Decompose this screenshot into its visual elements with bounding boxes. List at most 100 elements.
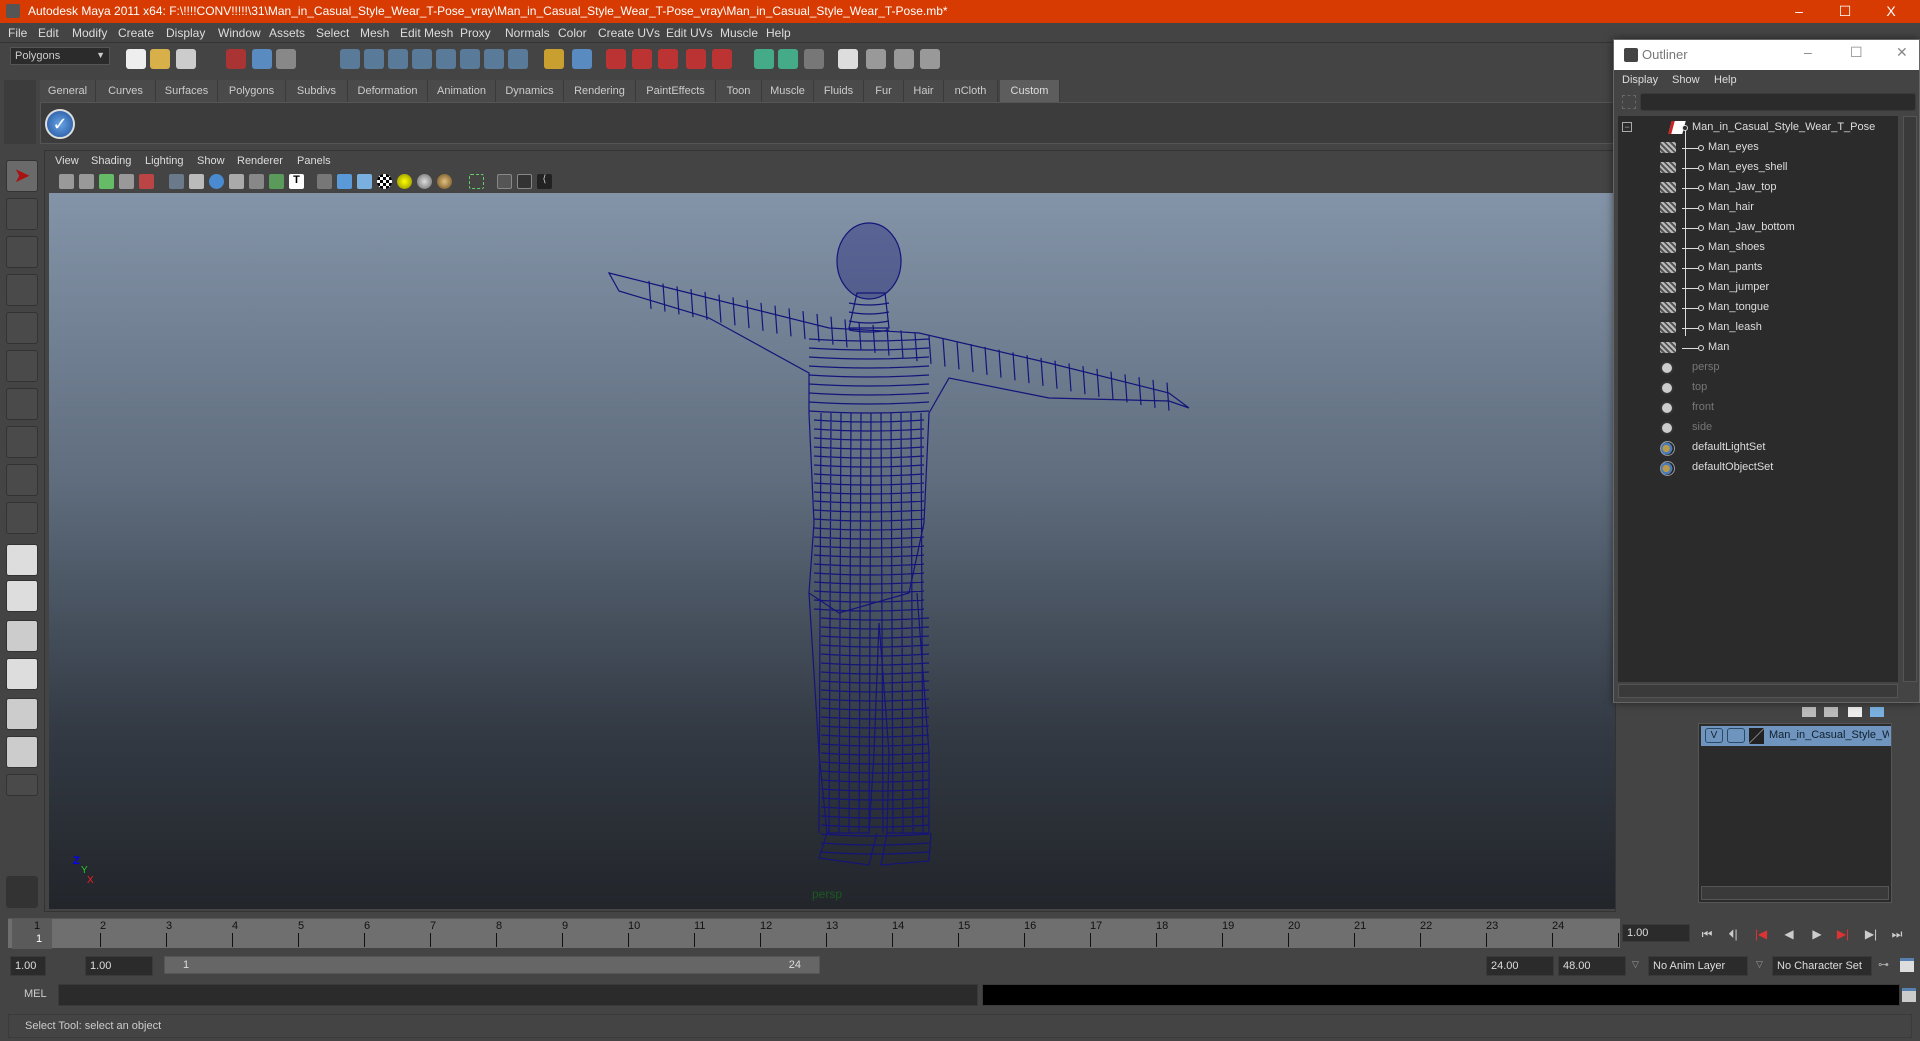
menu-muscle[interactable]: Muscle xyxy=(720,26,758,40)
menu-create-uvs[interactable]: Create UVs xyxy=(598,26,660,40)
menu-assets[interactable]: Assets xyxy=(269,26,305,40)
auto-key-icon[interactable]: ⊶ xyxy=(1878,958,1889,971)
safe-title-icon[interactable]: T xyxy=(289,174,304,189)
character-set-dropdown-arrow[interactable]: ▽ xyxy=(1756,959,1763,970)
shadows-icon[interactable] xyxy=(417,174,432,189)
menu-modify[interactable]: Modify xyxy=(72,26,107,40)
outliner-vertical-scrollbar[interactable] xyxy=(1903,116,1917,682)
paint-select-tool-icon[interactable] xyxy=(6,236,38,268)
anim-layer-field[interactable]: No Anim Layer xyxy=(1648,956,1748,976)
outliner-item[interactable]: side xyxy=(1618,418,1898,438)
panel-menu-show[interactable]: Show xyxy=(197,155,225,167)
menu-proxy[interactable]: Proxy xyxy=(460,26,491,40)
outliner-menu-show[interactable]: Show xyxy=(1672,74,1700,86)
create-empty-layer-icon[interactable] xyxy=(1848,707,1862,717)
four-view-layout-icon[interactable] xyxy=(6,580,38,612)
select-by-handle-icon[interactable] xyxy=(340,49,360,69)
show-manipulator-icon[interactable] xyxy=(6,464,38,496)
tab-muscle[interactable]: Muscle xyxy=(762,80,814,102)
tab-toon[interactable]: Toon xyxy=(716,80,762,102)
shelf-options[interactable] xyxy=(4,80,36,144)
universal-manipulator-icon[interactable] xyxy=(6,388,38,420)
outliner-item[interactable]: Man_pants xyxy=(1618,258,1898,278)
outliner-item[interactable]: defaultObjectSet xyxy=(1618,458,1898,478)
camera-attributes-icon[interactable] xyxy=(79,174,94,189)
outliner-item[interactable]: Man_in_Casual_Style_Wear_T_Pose xyxy=(1618,118,1898,138)
outliner-item[interactable]: Man_hair xyxy=(1618,198,1898,218)
filter-icon[interactable] xyxy=(1622,95,1636,109)
outliner-item[interactable]: Man_tongue xyxy=(1618,298,1898,318)
safe-action-icon[interactable] xyxy=(269,174,284,189)
grid-toggle-icon[interactable] xyxy=(169,174,184,189)
field-chart-icon[interactable] xyxy=(249,174,264,189)
step-back-frame-button[interactable]: |◀ xyxy=(1750,924,1772,944)
render-current-frame-icon[interactable] xyxy=(866,49,886,69)
mel-input[interactable] xyxy=(58,984,978,1006)
single-perspective-layout-icon[interactable] xyxy=(6,544,38,576)
select-by-deformation-icon[interactable] xyxy=(436,49,456,69)
outliner-maximize-button[interactable]: ☐ xyxy=(1850,44,1863,61)
panel-menu-panels[interactable]: Panels xyxy=(297,155,331,167)
wireframe-icon[interactable] xyxy=(317,174,332,189)
select-by-surface-icon[interactable] xyxy=(412,49,432,69)
panel-menu-view[interactable]: View xyxy=(55,155,79,167)
render-view-icon[interactable] xyxy=(838,49,858,69)
character-set-field[interactable]: No Character Set xyxy=(1772,956,1872,976)
tab-subdivs[interactable]: Subdivs xyxy=(286,80,348,102)
menu-display[interactable]: Display xyxy=(166,26,205,40)
step-forward-frame-button[interactable]: ▶| xyxy=(1832,924,1854,944)
wireframe-on-shaded-icon[interactable] xyxy=(357,174,372,189)
resolution-gate-icon[interactable] xyxy=(209,174,224,189)
layer-visibility-toggle[interactable]: V xyxy=(1705,728,1723,743)
menu-edit-uvs[interactable]: Edit UVs xyxy=(666,26,713,40)
outliner-title-bar[interactable]: Outliner – ☐ ✕ xyxy=(1614,40,1919,70)
high-quality-icon[interactable] xyxy=(437,174,452,189)
outliner-item[interactable]: front xyxy=(1618,398,1898,418)
layer-row[interactable]: V Man_in_Casual_Style_Wear_T_Pose xyxy=(1701,726,1891,746)
time-slider[interactable]: 1 1 2 3 4 5 6 7 8 9 10 11 12 13 14 15 16 17 18 19 20 21 22 23 2… xyxy=(8,918,1620,949)
panel-menu-shading[interactable]: Shading xyxy=(91,155,131,167)
outliner-menu-help[interactable]: Help xyxy=(1714,74,1737,86)
outliner-item[interactable]: Man_eyes_shell xyxy=(1618,158,1898,178)
move-tool-icon[interactable] xyxy=(6,274,38,306)
menu-help[interactable]: Help xyxy=(766,26,791,40)
menu-set-dropdown[interactable]: Polygons ▼ xyxy=(10,47,110,65)
lock-selection-icon[interactable] xyxy=(544,49,564,69)
select-by-misc-icon[interactable] xyxy=(508,49,528,69)
image-plane-icon[interactable] xyxy=(119,174,134,189)
current-time-field[interactable]: 1.00 xyxy=(1622,924,1690,942)
select-camera-icon[interactable] xyxy=(59,174,74,189)
tab-hair[interactable]: Hair xyxy=(904,80,944,102)
layer-playback-toggle[interactable] xyxy=(1727,728,1745,743)
tab-fur[interactable]: Fur xyxy=(864,80,904,102)
outliner-item[interactable]: Man_Jaw_top xyxy=(1618,178,1898,198)
highlight-selection-icon[interactable] xyxy=(572,49,592,69)
step-back-key-button[interactable]: ⏴| xyxy=(1722,924,1744,944)
close-button[interactable]: X xyxy=(1868,0,1914,23)
menu-normals[interactable]: Normals xyxy=(505,26,550,40)
menu-edit[interactable]: Edit xyxy=(38,26,59,40)
menu-window[interactable]: Window xyxy=(218,26,261,40)
select-component-icon[interactable] xyxy=(276,49,296,69)
tab-surfaces[interactable]: Surfaces xyxy=(156,80,218,102)
tab-rendering[interactable]: Rendering xyxy=(564,80,636,102)
outliner-item[interactable]: Man_Jaw_bottom xyxy=(1618,218,1898,238)
xray-joints-icon[interactable]: ⟨ xyxy=(537,174,552,189)
make-live-icon[interactable] xyxy=(712,49,732,69)
animation-start-field[interactable]: 1.00 xyxy=(10,956,46,976)
tab-dynamics[interactable]: Dynamics xyxy=(496,80,564,102)
outliner-item[interactable]: Man_shoes xyxy=(1618,238,1898,258)
lasso-tool-icon[interactable] xyxy=(6,198,38,230)
render-settings-icon[interactable] xyxy=(920,49,940,69)
outliner-menu-display[interactable]: Display xyxy=(1622,74,1658,86)
new-scene-icon[interactable] xyxy=(126,49,146,69)
persp-graph-layout-icon[interactable] xyxy=(6,658,38,690)
tab-deformation[interactable]: Deformation xyxy=(348,80,428,102)
default-lighting-icon[interactable] xyxy=(397,174,412,189)
panel-menu-renderer[interactable]: Renderer xyxy=(237,155,283,167)
layer-horizontal-scrollbar[interactable] xyxy=(1701,886,1889,900)
tab-curves[interactable]: Curves xyxy=(96,80,156,102)
save-scene-icon[interactable] xyxy=(176,49,196,69)
menu-create[interactable]: Create xyxy=(118,26,154,40)
go-to-start-button[interactable]: ⏮ xyxy=(1696,924,1718,944)
